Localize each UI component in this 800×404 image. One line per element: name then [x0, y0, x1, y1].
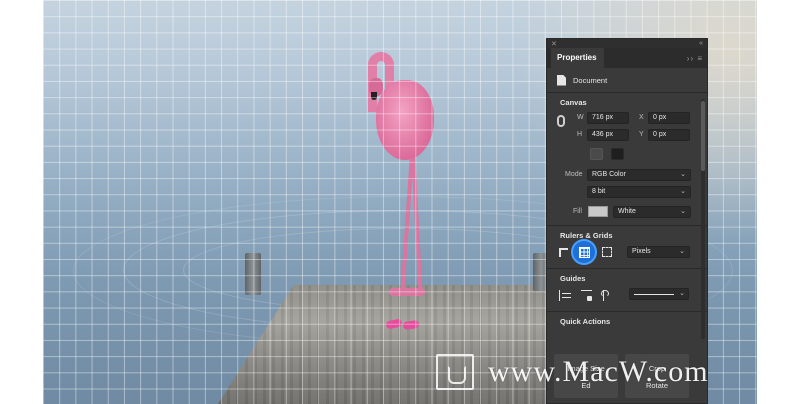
section-canvas-heading: Canvas [560, 97, 587, 107]
flamingo-foot [389, 288, 425, 296]
app-window: ✕ « Properties ›› ≡ Document Canvas W 71… [0, 0, 800, 404]
rulers-grids-row: Pixels ⌄ [547, 241, 707, 268]
document-label: Document [573, 75, 608, 85]
crop-label: Crop [648, 364, 666, 373]
bit-depth-value: 8 bit [592, 188, 606, 195]
line-style-preview [634, 294, 674, 295]
x-label: X [639, 114, 644, 121]
panel-scrollbar-thumb[interactable] [701, 101, 705, 171]
chevron-down-icon: ⌄ [680, 208, 686, 215]
units-select[interactable]: Pixels ⌄ [627, 246, 690, 258]
panel-titlebar: ✕ « [547, 39, 707, 48]
landscape-orientation-icon[interactable] [611, 148, 624, 160]
flamingo-beak [371, 92, 377, 100]
width-field[interactable]: 716 px [587, 112, 629, 124]
guides-row: ⌄ [547, 287, 707, 311]
tab-properties[interactable]: Properties [551, 48, 604, 68]
fill-color-swatch[interactable] [588, 206, 608, 217]
lock-guides-icon[interactable] [581, 290, 592, 301]
document-row: Document [547, 68, 707, 92]
panel-tabbar: Properties ›› ≡ [547, 48, 707, 68]
color-mode-value: RGB Color [592, 171, 626, 178]
image-size-sub: Ed [581, 381, 591, 390]
height-field[interactable]: 436 px [587, 129, 629, 141]
crop-rotate-button[interactable]: Crop Rotate [625, 354, 689, 398]
ruler-icon[interactable] [559, 248, 568, 257]
collapse-icon[interactable]: « [699, 40, 703, 47]
bit-depth-row: 8 bit ⌄ [547, 185, 707, 202]
fill-select[interactable]: White ⌄ [613, 206, 691, 218]
chevron-down-icon: ⌄ [679, 248, 685, 255]
mode-row: Mode RGB Color ⌄ [547, 168, 707, 185]
image-size-button[interactable]: Image Size Ed [554, 354, 618, 398]
pixel-grid-icon[interactable] [602, 247, 612, 257]
mode-label: Mode [565, 171, 583, 178]
y-label: Y [639, 131, 644, 138]
section-guides-heading: Guides [560, 273, 586, 283]
color-mode-select[interactable]: RGB Color ⌄ [587, 169, 691, 181]
fill-value: White [618, 208, 636, 215]
rotate-label: Rotate [645, 381, 669, 390]
flamingo-body [376, 80, 434, 160]
link-icon[interactable] [557, 115, 565, 127]
grid-icon [578, 246, 590, 258]
properties-panel: ✕ « Properties ›› ≡ Document Canvas W 71… [546, 38, 708, 404]
fill-row: Fill White ⌄ [547, 204, 707, 225]
grid-toggle-button[interactable] [573, 241, 595, 263]
orientation-row [547, 145, 707, 164]
image-size-label: Image Size [567, 364, 605, 373]
chevron-down-icon: ⌄ [680, 171, 686, 178]
section-quick-actions-heading: Quick Actions [560, 316, 611, 326]
w-label: W [577, 114, 584, 121]
units-value: Pixels [632, 248, 651, 255]
hamburger-menu-icon[interactable]: ›› ≡ [687, 54, 703, 63]
dock-post [245, 253, 261, 295]
smart-guides-icon[interactable] [601, 290, 614, 301]
fill-label: Fill [573, 208, 582, 215]
section-rulers-grids-heading: Rulers & Grids [560, 230, 613, 240]
chevron-down-icon: ⌄ [679, 290, 685, 297]
y-field[interactable]: 0 px [648, 129, 690, 141]
portrait-orientation-icon[interactable] [590, 148, 603, 160]
document-icon [557, 74, 566, 86]
chevron-down-icon: ⌄ [680, 188, 686, 195]
x-field[interactable]: 0 px [648, 112, 690, 124]
bit-depth-select[interactable]: 8 bit ⌄ [587, 186, 691, 198]
canvas-size-row-1: W 716 px X 0 px [547, 111, 707, 128]
h-label: H [577, 131, 583, 138]
close-icon[interactable]: ✕ [551, 40, 557, 48]
show-guides-icon[interactable] [559, 290, 571, 301]
guide-style-select[interactable]: ⌄ [629, 288, 689, 300]
canvas-size-row-2: H 436 px Y 0 px [547, 128, 707, 145]
